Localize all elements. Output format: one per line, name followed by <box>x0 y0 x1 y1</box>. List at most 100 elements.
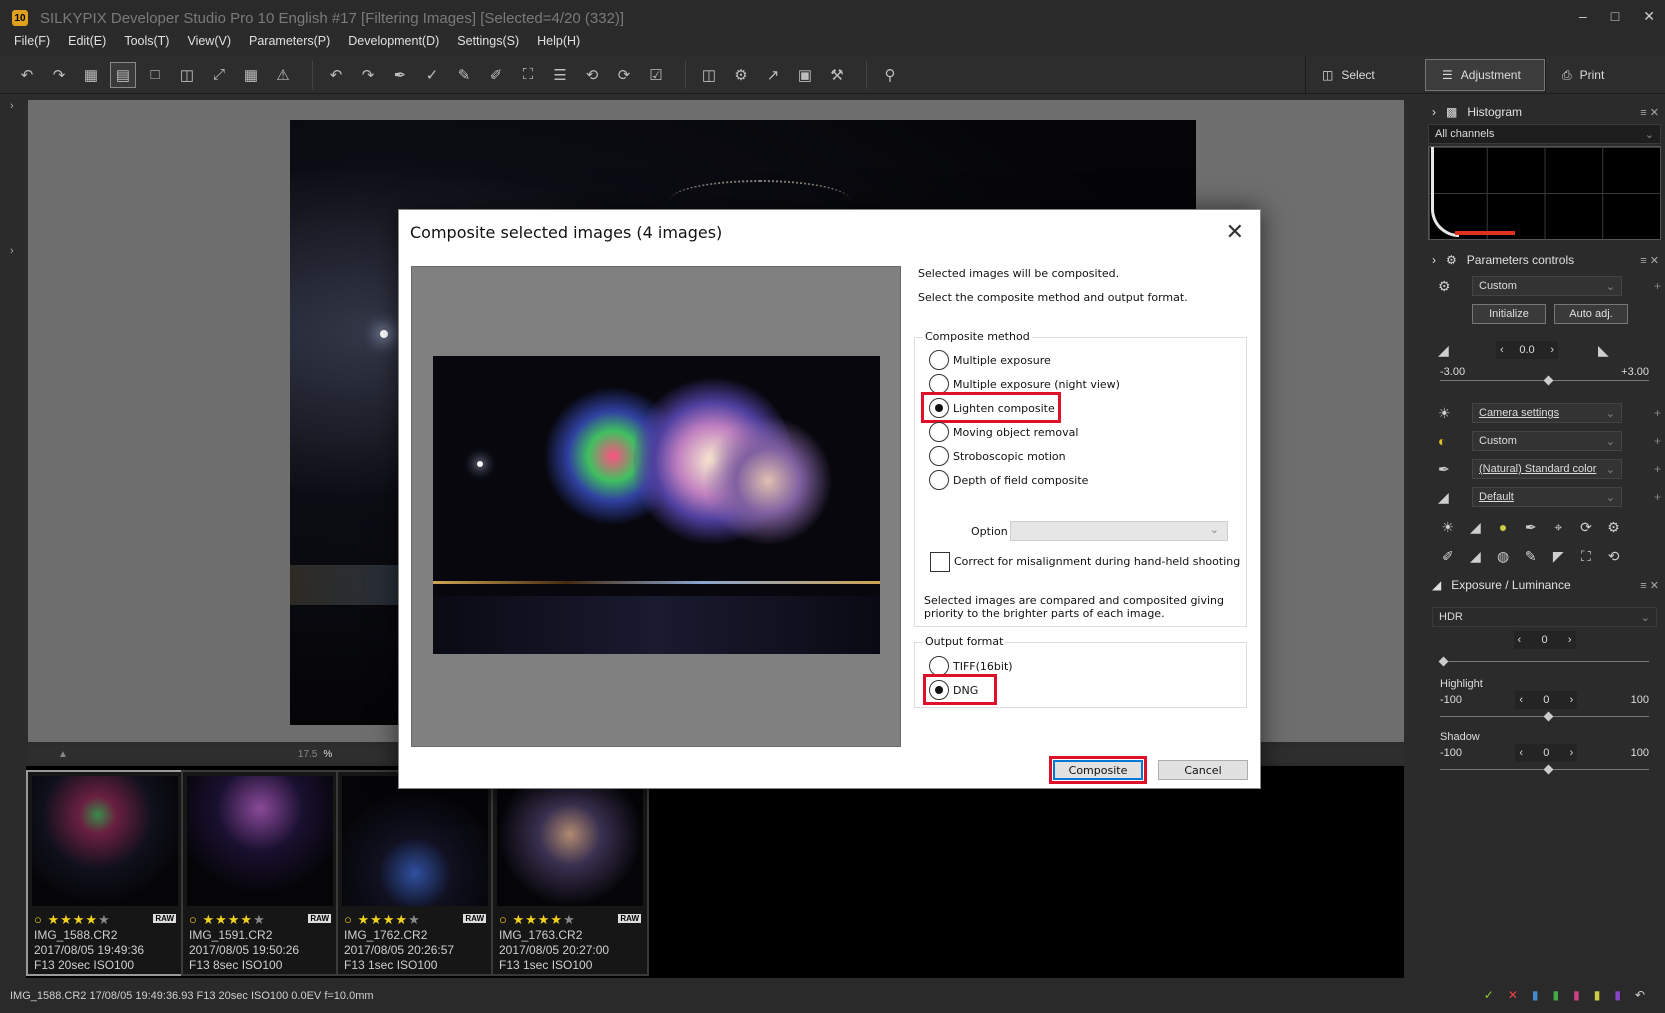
thumbnail[interactable]: ○ ★★★★★ RAW IMG_1588.CR2 2017/08/05 19:4… <box>26 770 184 976</box>
export-icon[interactable]: ↗ <box>760 62 786 88</box>
tools-icon[interactable]: ⚒ <box>824 62 850 88</box>
rotate-left-icon[interactable]: ⟲ <box>579 62 605 88</box>
highlight-slider[interactable] <box>1440 711 1649 722</box>
add-icon[interactable]: + <box>1654 490 1661 504</box>
hdr-mode-select[interactable]: HDR ⌄ <box>1432 607 1657 627</box>
thumbnail[interactable]: ○ ★★★★★ RAW IMG_1762.CR2 2017/08/05 20:2… <box>336 770 494 976</box>
rotate-tool-icon[interactable]: ⟳ <box>1572 519 1600 536</box>
filmstrip-view-icon[interactable]: ▤ <box>110 61 136 88</box>
highlight-spinner[interactable]: ‹ 0 › <box>1515 691 1578 709</box>
radio-stroboscopic-motion[interactable]: Stroboscopic motion <box>929 446 1066 466</box>
rotate-right-icon[interactable]: ⟳ <box>611 62 637 88</box>
chevron-right-icon[interactable]: › <box>1432 253 1436 267</box>
menu-file[interactable]: File(F) <box>14 34 50 54</box>
perspective-tool-icon[interactable]: ⌖ <box>1545 519 1573 536</box>
exposure-slider[interactable] <box>1440 375 1649 386</box>
minimize-icon[interactable]: – <box>1579 8 1587 25</box>
tab-print[interactable]: ⎙ Print <box>1545 57 1665 93</box>
thumbnail[interactable]: ○ ★★★★★ RAW IMG_1763.CR2 2017/08/05 20:2… <box>491 770 649 976</box>
radio-depth-of-field[interactable]: Depth of field composite <box>929 470 1088 490</box>
color-tool-icon[interactable]: ● <box>1489 519 1517 536</box>
decrement-icon[interactable]: ‹ <box>1500 344 1504 356</box>
slider-knob[interactable] <box>1543 764 1553 775</box>
auto-adjust-button[interactable]: Auto adj. <box>1554 304 1628 324</box>
sharpness-select[interactable]: Default ⌄ <box>1472 487 1622 507</box>
decrement-icon[interactable]: ‹ <box>1518 634 1522 646</box>
copy-params-icon[interactable]: ✎ <box>451 62 477 88</box>
radio-button[interactable] <box>929 374 949 394</box>
increment-icon[interactable]: › <box>1550 344 1554 356</box>
red-label-icon[interactable]: ▮ <box>1573 988 1580 1002</box>
slider-knob[interactable] <box>1438 656 1449 667</box>
forward-icon[interactable]: ↷ <box>46 62 72 88</box>
check-icon[interactable]: ☑ <box>643 62 669 88</box>
zoom-icon[interactable]: ⚲ <box>877 62 903 88</box>
exposure-spinner[interactable]: ‹ 0.0 › <box>1496 341 1558 359</box>
menu-edit[interactable]: Edit(E) <box>68 34 106 54</box>
add-icon[interactable]: + <box>1654 462 1661 476</box>
radio-button[interactable] <box>929 656 949 676</box>
tab-select[interactable]: ◫ Select <box>1305 57 1425 93</box>
green-label-icon[interactable]: ▮ <box>1553 988 1560 1002</box>
radio-button[interactable] <box>929 350 949 370</box>
increment-icon[interactable]: › <box>1570 694 1574 706</box>
shadow-slider[interactable] <box>1440 764 1649 775</box>
thumbnail[interactable]: ○ ★★★★★ RAW IMG_1591.CR2 2017/08/05 19:5… <box>181 770 339 976</box>
develop-icon[interactable]: ◫ <box>696 62 722 88</box>
tone-select[interactable]: Custom ⌄ <box>1472 431 1622 451</box>
batch-develop-icon[interactable]: ⚙ <box>728 62 754 88</box>
exposure-lum-header[interactable]: ◢ Exposure / Luminance ≡ ✕ <box>1424 573 1665 597</box>
reject-icon[interactable]: ✕ <box>1508 988 1518 1002</box>
chevron-right-icon[interactable]: › <box>1432 105 1436 119</box>
menu-settings[interactable]: Settings(S) <box>457 34 519 54</box>
check-mark-icon[interactable]: ✓ <box>1484 988 1494 1002</box>
radio-button[interactable] <box>929 470 949 490</box>
warning-icon[interactable]: ⚠ <box>270 62 296 88</box>
tab-adjustment[interactable]: ☰ Adjustment <box>1425 59 1545 91</box>
brightness-tool-icon[interactable]: ☀ <box>1434 519 1462 536</box>
add-icon[interactable]: + <box>1654 279 1661 293</box>
add-icon[interactable]: + <box>1654 406 1661 420</box>
close-icon[interactable]: ✕ <box>1226 220 1244 245</box>
auto-exposure-icon[interactable]: ◣ <box>1598 342 1616 359</box>
radio-button[interactable] <box>929 422 949 442</box>
misalignment-checkbox[interactable] <box>930 552 950 572</box>
dodge-tool-icon[interactable]: ◤ <box>1545 548 1573 565</box>
radio-multiple-exposure[interactable]: Multiple exposure <box>929 350 1051 370</box>
undo-icon[interactable]: ↶ <box>323 62 349 88</box>
hdr-slider[interactable] <box>1438 656 1649 667</box>
menu-help[interactable]: Help(H) <box>537 34 580 54</box>
increment-icon[interactable]: › <box>1568 634 1572 646</box>
increment-icon[interactable]: › <box>1570 747 1574 759</box>
zoom-value[interactable]: 17.5 <box>298 749 317 760</box>
layers-icon[interactable]: ☰ <box>547 62 573 88</box>
menu-tools[interactable]: Tools(T) <box>124 34 169 54</box>
compare-view-icon[interactable]: ◫ <box>174 62 200 88</box>
brush-icon[interactable]: ✐ <box>483 62 509 88</box>
panel-controls-icon[interactable]: ≡ ✕ <box>1640 579 1659 592</box>
initialize-button[interactable]: Initialize <box>1472 304 1546 324</box>
crop-icon[interactable]: ⛶ <box>515 62 541 88</box>
transform-tool-icon[interactable]: ⟲ <box>1600 548 1628 565</box>
grid-overlay-icon[interactable]: ▦ <box>238 62 264 88</box>
histogram-header[interactable]: › ▩ Histogram ≡ ✕ <box>1424 100 1665 124</box>
settings-tool-icon[interactable]: ⚙ <box>1600 519 1628 536</box>
params-header[interactable]: › ⚙ Parameters controls ≡ ✕ <box>1424 248 1665 272</box>
fullscreen-icon[interactable]: ⤢ <box>206 62 232 88</box>
maximize-icon[interactable]: □ <box>1611 8 1619 25</box>
tone-curve-tool-icon[interactable]: ◢ <box>1462 519 1490 536</box>
dropper-icon[interactable]: ✒ <box>387 62 413 88</box>
panel-controls-icon[interactable]: ≡ ✕ <box>1640 106 1659 119</box>
panel-controls-icon[interactable]: ≡ ✕ <box>1640 254 1659 267</box>
undo-icon[interactable]: ↶ <box>1635 988 1645 1002</box>
expand-arrow-icon[interactable]: › <box>10 245 14 257</box>
menu-development[interactable]: Development(D) <box>348 34 439 54</box>
grid-view-icon[interactable]: ▦ <box>78 62 104 88</box>
decrement-icon[interactable]: ‹ <box>1519 747 1523 759</box>
yellow-label-icon[interactable]: ▮ <box>1594 988 1601 1002</box>
brush-tool-icon[interactable]: ✎ <box>1517 548 1545 565</box>
add-icon[interactable]: + <box>1654 434 1661 448</box>
redo-icon[interactable]: ↷ <box>355 62 381 88</box>
purple-label-icon[interactable]: ▮ <box>1614 988 1621 1002</box>
crop-tool-icon[interactable]: ⛶ <box>1572 548 1600 565</box>
